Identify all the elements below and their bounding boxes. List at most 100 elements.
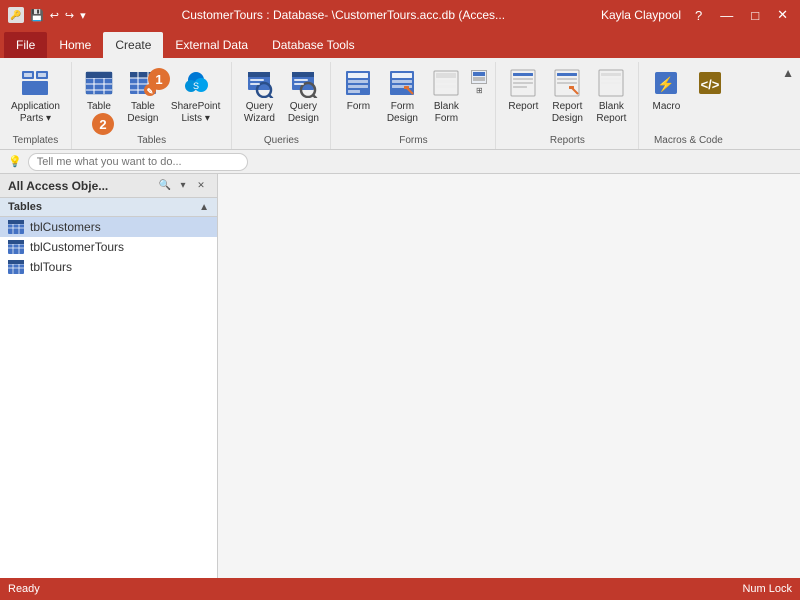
sidebar-section-collapse[interactable]: ▲	[199, 202, 209, 213]
svg-text:⚡: ⚡	[658, 76, 675, 93]
query-wizard-icon	[243, 67, 275, 99]
group-queries-label: Queries	[238, 133, 324, 149]
report-label: Report	[508, 101, 538, 113]
ribbon-item-table[interactable]: Table	[78, 64, 120, 116]
tblcustomers-label: tblCustomers	[30, 220, 101, 234]
sidebar-close-button[interactable]: ✕	[193, 178, 209, 194]
close-button[interactable]: ✕	[773, 7, 792, 23]
tell-me-input[interactable]	[28, 153, 248, 171]
group-forms: Form FormDesign	[331, 62, 496, 149]
sidebar-menu-button[interactable]: ▾	[175, 178, 191, 194]
ribbon-item-report-design[interactable]: ReportDesign	[546, 64, 588, 128]
tbltours-label: tblTours	[30, 260, 72, 274]
blank-report-label: BlankReport	[596, 101, 626, 125]
status-right: Num Lock	[742, 583, 792, 595]
sidebar-search-button[interactable]: 🔍	[157, 178, 173, 194]
maximize-button[interactable]: □	[747, 8, 763, 23]
status-left: Ready	[8, 583, 40, 595]
form-icon	[342, 67, 374, 99]
group-macros: ⚡ Macro </> Macros & Code	[639, 62, 737, 149]
tell-me-bar: 💡	[0, 150, 800, 174]
help-button[interactable]: ?	[691, 8, 706, 23]
status-bar: Ready Num Lock	[0, 578, 800, 600]
query-design-label: QueryDesign	[288, 101, 319, 125]
table-design-label: TableDesign	[127, 101, 158, 125]
ribbon: ApplicationParts ▾ Templates	[0, 58, 800, 150]
macro-label: Macro	[653, 101, 681, 113]
app-parts-icon	[19, 67, 51, 99]
group-macros-items: ⚡ Macro </>	[645, 64, 731, 133]
form-design-label: FormDesign	[387, 101, 418, 125]
tab-home[interactable]: Home	[47, 32, 103, 58]
sharepoint-label: SharePointLists ▾	[171, 101, 220, 125]
tell-me-icon: 💡	[8, 155, 22, 168]
sidebar-section-tables: Tables ▲	[0, 198, 217, 217]
ribbon-item-blank-report[interactable]: BlankReport	[590, 64, 632, 128]
blank-report-icon	[595, 67, 627, 99]
tab-create[interactable]: Create	[103, 32, 163, 58]
main-area: All Access Obje... 🔍 ▾ ✕ Tables ▲	[0, 174, 800, 578]
report-design-label: ReportDesign	[552, 101, 583, 125]
group-tables-label: Tables	[78, 133, 225, 149]
step-badge-2: 2	[92, 113, 114, 135]
tab-external-data[interactable]: External Data	[163, 32, 260, 58]
sidebar-section-label: Tables	[8, 201, 42, 213]
sidebar-header-buttons: 🔍 ▾ ✕	[157, 178, 209, 194]
step-badge-1: 1	[148, 68, 170, 90]
svg-text:S: S	[193, 81, 199, 91]
minimize-button[interactable]: —	[716, 8, 737, 23]
sharepoint-icon: S	[180, 67, 212, 99]
sidebar-item-tbltours[interactable]: tblTours	[0, 257, 217, 277]
ribbon-item-blank-form[interactable]: BlankForm	[425, 64, 467, 128]
sidebar-title: All Access Obje...	[8, 179, 108, 193]
app-icon: 🔑	[8, 7, 24, 23]
group-templates-label: Templates	[6, 133, 65, 149]
group-reports: Report ReportDesign	[496, 62, 639, 149]
ribbon-item-query-wizard[interactable]: QueryWizard	[238, 64, 280, 128]
ribbon-item-form-extra[interactable]: ⊞	[469, 64, 489, 97]
table-label: Table	[87, 101, 111, 113]
tblcustomers-icon	[8, 220, 24, 234]
ribbon-item-query-design[interactable]: QueryDesign	[282, 64, 324, 128]
ribbon-item-form[interactable]: Form	[337, 64, 379, 116]
tab-file[interactable]: File	[4, 32, 47, 58]
ribbon-item-report[interactable]: Report	[502, 64, 544, 116]
ribbon-collapse-icon[interactable]: ▲	[782, 66, 794, 80]
qat-undo[interactable]: ↩	[50, 9, 59, 22]
form-label: Form	[347, 101, 370, 113]
table-icon	[83, 67, 115, 99]
form-design-icon	[386, 67, 418, 99]
tbltours-icon	[8, 260, 24, 274]
ribbon-item-code[interactable]: </>	[689, 64, 731, 104]
svg-text:</>: </>	[701, 77, 720, 92]
query-design-icon	[287, 67, 319, 99]
ribbon-item-form-design[interactable]: FormDesign	[381, 64, 423, 128]
group-queries: QueryWizard QueryDesign Queries	[232, 62, 331, 149]
app-parts-label: ApplicationParts ▾	[11, 101, 60, 125]
group-templates-items: ApplicationParts ▾	[6, 64, 65, 133]
query-wizard-label: QueryWizard	[244, 101, 275, 125]
blank-form-icon	[430, 67, 462, 99]
sidebar-header: All Access Obje... 🔍 ▾ ✕	[0, 174, 217, 198]
title-bar-right: Kayla Claypool ? — □ ✕	[601, 7, 792, 23]
qat-redo[interactable]: ↪	[65, 9, 74, 22]
report-design-icon	[551, 67, 583, 99]
title-bar-title: CustomerTours : Database- \CustomerTours…	[86, 8, 601, 22]
group-templates: ApplicationParts ▾ Templates	[0, 62, 72, 149]
sidebar: All Access Obje... 🔍 ▾ ✕ Tables ▲	[0, 174, 218, 578]
sidebar-item-tblcustomertours[interactable]: tblCustomerTours	[0, 237, 217, 257]
group-queries-items: QueryWizard QueryDesign	[238, 64, 324, 133]
code-icon: </>	[694, 67, 726, 99]
macro-icon: ⚡	[650, 67, 682, 99]
ribbon-tabs: File Home Create External Data Database …	[0, 30, 800, 58]
report-icon	[507, 67, 539, 99]
group-macros-label: Macros & Code	[645, 133, 731, 149]
tab-database-tools[interactable]: Database Tools	[260, 32, 367, 58]
sidebar-item-tblcustomers[interactable]: tblCustomers	[0, 217, 217, 237]
ribbon-item-macro[interactable]: ⚡ Macro	[645, 64, 687, 116]
ribbon-item-sharepoint[interactable]: S SharePointLists ▾	[166, 64, 225, 128]
tblcustomertours-icon	[8, 240, 24, 254]
ribbon-item-app-parts[interactable]: ApplicationParts ▾	[6, 64, 65, 128]
group-reports-label: Reports	[502, 133, 632, 149]
qat-save[interactable]: 💾	[30, 9, 44, 22]
